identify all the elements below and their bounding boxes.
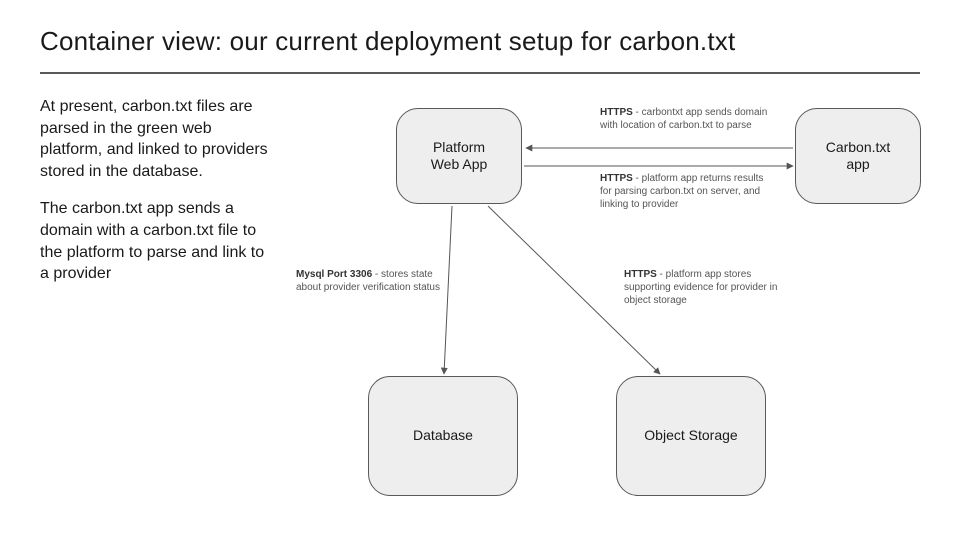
node-database: Database — [368, 376, 518, 496]
node-carbon-txt-app: Carbon.txtapp — [795, 108, 921, 204]
node-object-storage: Object Storage — [616, 376, 766, 496]
edge-label-platform-to-object-storage: HTTPS - platform app stores supporting e… — [624, 268, 794, 307]
edge-label-platform-to-database: Mysql Port 3306 - stores state about pro… — [296, 268, 446, 294]
node-carbon-label: Carbon.txtapp — [826, 139, 891, 174]
edge-label-platform-to-carbon: HTTPS - platform app returns results for… — [600, 172, 770, 211]
edge-label-carbon-to-platform-bold: HTTPS — [600, 107, 633, 118]
edge-label-platform-to-carbon-bold: HTTPS — [600, 173, 633, 184]
page-title: Container view: our current deployment s… — [40, 26, 735, 57]
edge-label-platform-to-database-bold: Mysql Port 3306 — [296, 269, 372, 280]
paragraph-1: At present, carbon.txt files are parsed … — [40, 96, 270, 182]
node-platform-label: PlatformWeb App — [431, 139, 488, 174]
node-object-storage-label: Object Storage — [644, 427, 737, 445]
node-platform-web-app: PlatformWeb App — [396, 108, 522, 204]
paragraph-2: The carbon.txt app sends a domain with a… — [40, 198, 270, 284]
explanatory-text: At present, carbon.txt files are parsed … — [40, 96, 270, 301]
node-database-label: Database — [413, 427, 473, 445]
title-divider — [40, 72, 920, 74]
edge-label-carbon-to-platform: HTTPS - carbontxt app sends domain with … — [600, 106, 770, 132]
edge-label-platform-to-object-storage-bold: HTTPS — [624, 269, 657, 280]
